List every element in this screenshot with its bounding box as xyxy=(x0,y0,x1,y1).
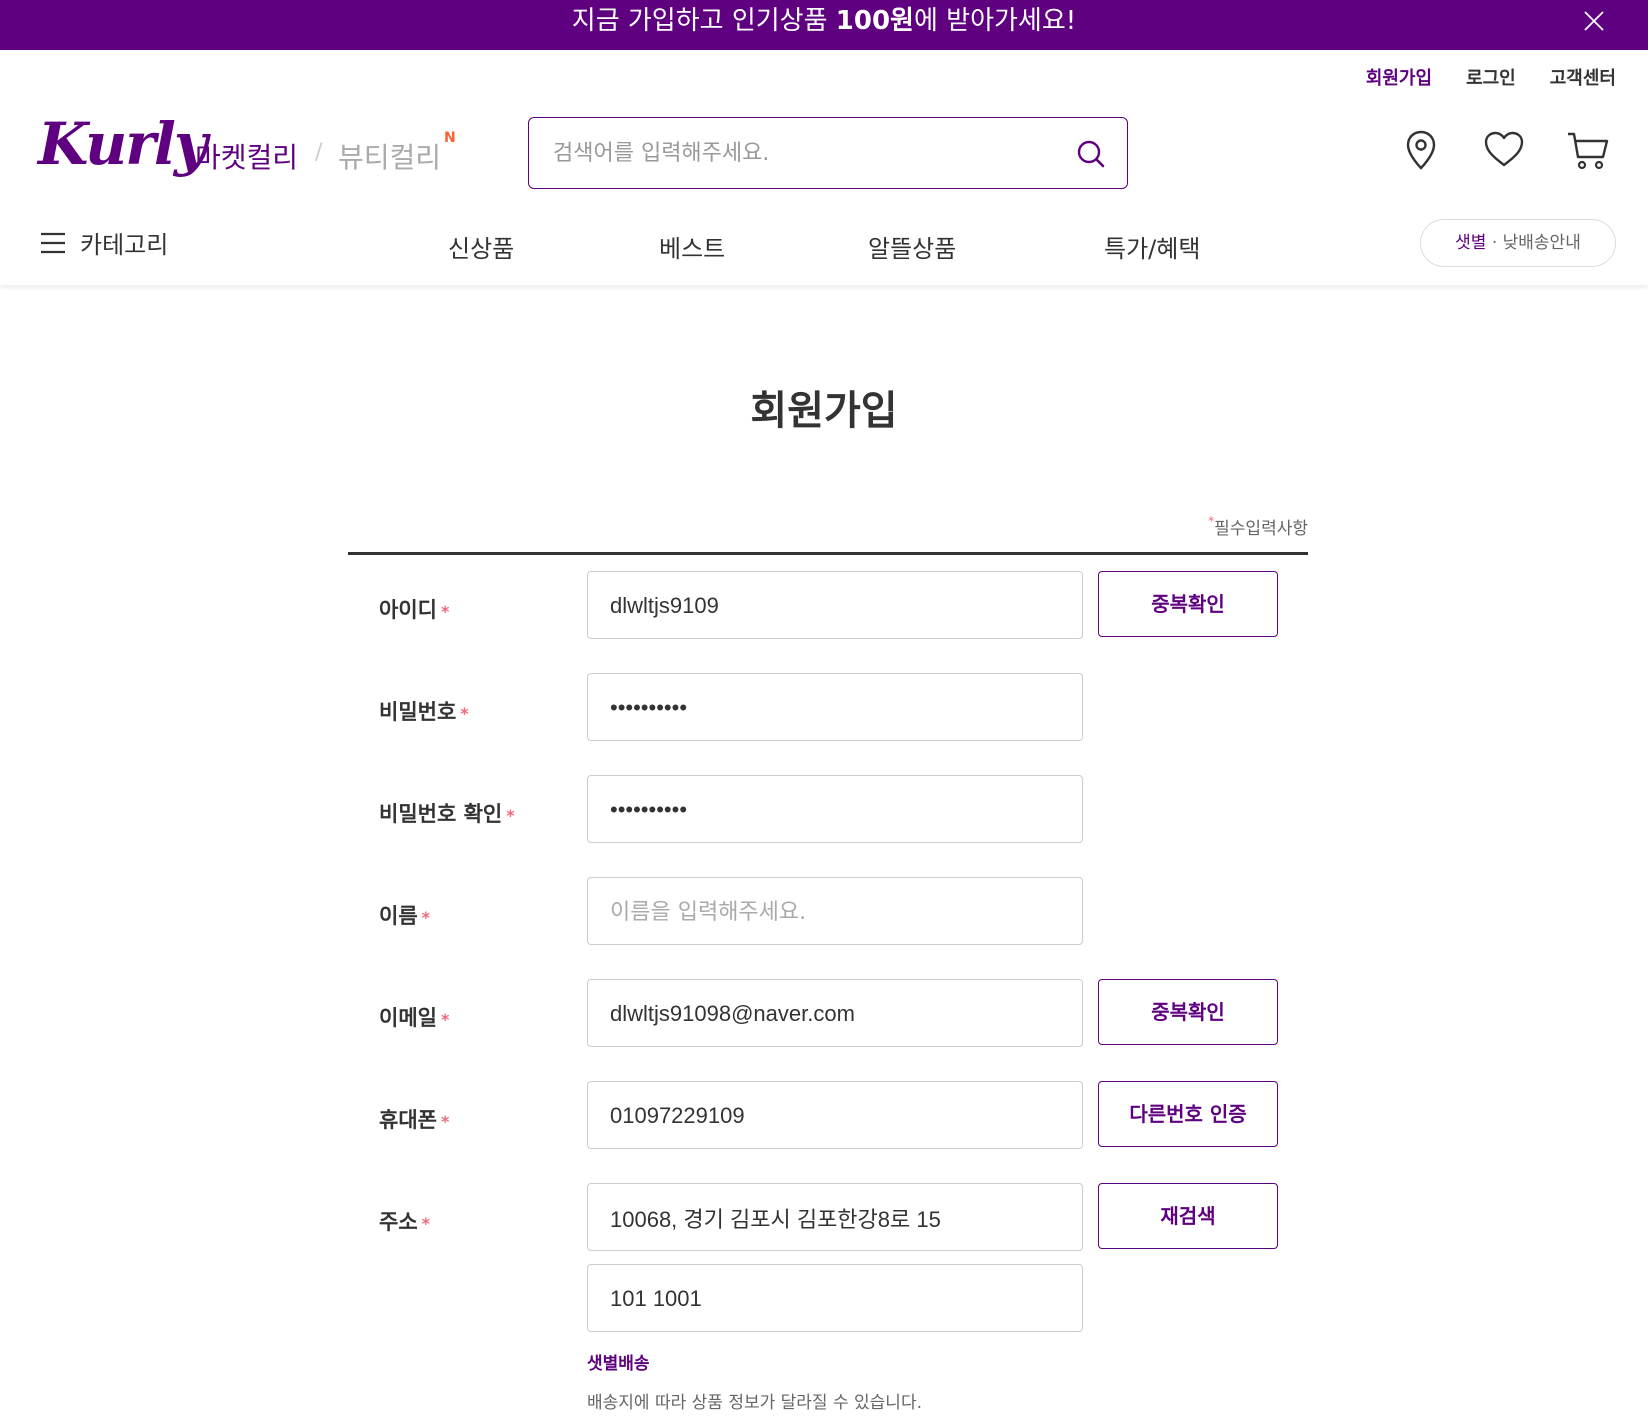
required-star: * xyxy=(440,1009,450,1029)
search-icon[interactable] xyxy=(1075,138,1107,170)
email-label: 이메일 * xyxy=(379,1002,449,1032)
address-field xyxy=(587,1183,1083,1251)
id-input[interactable] xyxy=(610,588,1060,624)
cart-icon[interactable] xyxy=(1566,128,1610,172)
name-label-text: 이름 xyxy=(379,904,418,928)
market-kurly-tab[interactable]: 마켓컬리 xyxy=(195,136,298,176)
required-note-text: 필수입력사항 xyxy=(1214,519,1308,539)
nav-item-new[interactable]: 신상품 xyxy=(448,229,514,264)
login-link[interactable]: 로그인 xyxy=(1466,64,1516,90)
address-note: 배송지에 따라 상품 정보가 달라질 수 있습니다. xyxy=(587,1393,922,1413)
header-util-links: 회원가입 로그인 고객센터 xyxy=(1366,64,1616,90)
required-star: * xyxy=(440,601,450,621)
search-bar xyxy=(528,117,1128,189)
delivery-rest: · 낮배송안내 xyxy=(1486,233,1581,253)
promo-text-bold: 100원 xyxy=(835,6,914,36)
phone-input[interactable] xyxy=(610,1098,1060,1134)
email-field xyxy=(587,979,1083,1047)
name-field xyxy=(587,877,1083,945)
category-menu-button[interactable]: 카테고리 xyxy=(40,225,168,260)
required-star: * xyxy=(421,1213,431,1233)
hamburger-menu-icon xyxy=(41,232,65,253)
location-pin-icon[interactable] xyxy=(1399,128,1443,172)
required-star: * xyxy=(506,805,515,825)
address-research-button[interactable]: 재검색 xyxy=(1098,1183,1278,1249)
id-duplicate-check-button[interactable]: 중복확인 xyxy=(1098,571,1278,637)
heart-icon[interactable] xyxy=(1482,128,1526,172)
nav-item-budget[interactable]: 알뜰상품 xyxy=(868,229,956,264)
delivery-info-button[interactable]: 샛별 · 낮배송안내 xyxy=(1420,219,1616,267)
password-label-text: 비밀번호 xyxy=(379,700,457,724)
id-field xyxy=(587,571,1083,639)
nav-item-best[interactable]: 베스트 xyxy=(659,229,725,264)
nav-item-special[interactable]: 특가/혜택 xyxy=(1104,229,1200,264)
password-confirm-input[interactable] xyxy=(610,792,1060,828)
customer-center-link[interactable]: 고객센터 xyxy=(1550,64,1616,90)
promo-banner[interactable]: 지금 가입하고 인기상품 100원에 받아가세요! xyxy=(0,0,1648,50)
brand-separator: / xyxy=(315,140,323,165)
search-input[interactable] xyxy=(553,136,1053,170)
phone-label: 휴대폰 * xyxy=(379,1104,449,1134)
beauty-kurly-tab[interactable]: 뷰티컬리 xyxy=(338,136,441,176)
email-input[interactable] xyxy=(610,996,1060,1032)
phone-field xyxy=(587,1081,1083,1149)
password-field xyxy=(587,673,1083,741)
name-input[interactable] xyxy=(610,894,1060,930)
email-duplicate-check-button[interactable]: 중복확인 xyxy=(1098,979,1278,1045)
required-star: * xyxy=(440,1111,450,1131)
required-star: * xyxy=(421,907,431,927)
required-note: *필수입력사항 xyxy=(1208,514,1308,539)
address-detail-field xyxy=(587,1264,1083,1332)
signup-link[interactable]: 회원가입 xyxy=(1366,64,1432,90)
email-label-text: 이메일 xyxy=(379,1006,437,1030)
id-label-text: 아이디 xyxy=(379,598,437,622)
phone-label-text: 휴대폰 xyxy=(379,1108,437,1132)
new-badge: N xyxy=(444,130,456,146)
promo-text-after: 에 받아가세요! xyxy=(913,6,1077,36)
required-star: * xyxy=(460,703,469,723)
password-confirm-field xyxy=(587,775,1083,843)
delivery-type-tag: 샛별배송 xyxy=(587,1354,650,1374)
password-label: 비밀번호 * xyxy=(379,696,469,726)
password-input[interactable] xyxy=(610,690,1060,726)
password-confirm-label: 비밀번호 확인 * xyxy=(379,798,515,828)
address-detail-input[interactable] xyxy=(610,1281,1060,1317)
address-input[interactable] xyxy=(610,1200,1060,1236)
close-icon[interactable] xyxy=(1582,9,1606,33)
delivery-accent: 샛별 xyxy=(1455,233,1487,253)
category-nav: 카테고리 신상품 베스트 알뜰상품 특가/혜택 샛별 · 낮배송안내 xyxy=(0,195,1648,285)
kurly-logo[interactable]: Kurly xyxy=(38,110,208,178)
phone-reverify-button[interactable]: 다른번호 인증 xyxy=(1098,1081,1278,1147)
category-label: 카테고리 xyxy=(80,231,169,259)
page-title: 회원가입 xyxy=(750,388,898,434)
promo-text-before: 지금 가입하고 인기상품 xyxy=(571,6,836,36)
name-label: 이름 * xyxy=(379,900,430,930)
form-top-divider xyxy=(348,552,1308,555)
password-confirm-label-text: 비밀번호 확인 xyxy=(379,802,503,826)
address-label-text: 주소 xyxy=(379,1210,418,1234)
id-label: 아이디 * xyxy=(379,594,449,624)
address-label: 주소 * xyxy=(379,1206,430,1236)
